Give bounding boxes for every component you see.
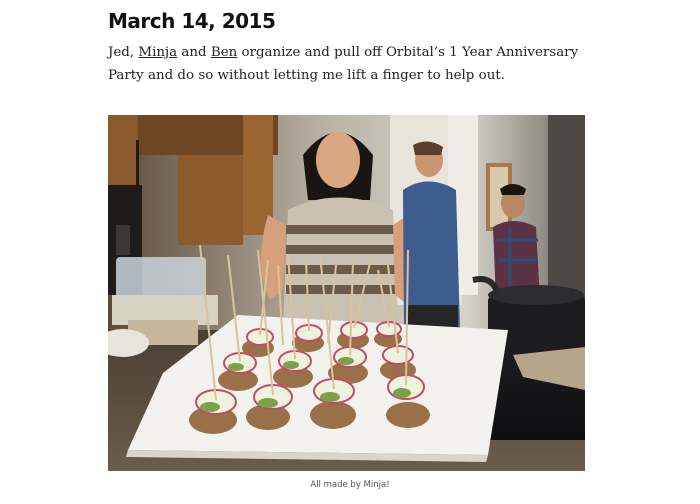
post-text-middle: and [177,45,211,60]
post-text-before: Jed, [108,45,139,60]
post-date-heading: March 14, 2015 [108,9,276,33]
photo-caption: All made by Minja! [310,480,390,490]
party-photo [108,115,585,471]
minja-link[interactable]: Minja [138,45,177,60]
post-body-text: Jed, Minja and Ben organize and pull off… [108,41,598,87]
ben-link[interactable]: Ben [211,45,237,60]
blog-post: March 14, 2015 Jed, Minja and Ben organi… [0,0,700,504]
party-photo-illustration [108,115,585,471]
